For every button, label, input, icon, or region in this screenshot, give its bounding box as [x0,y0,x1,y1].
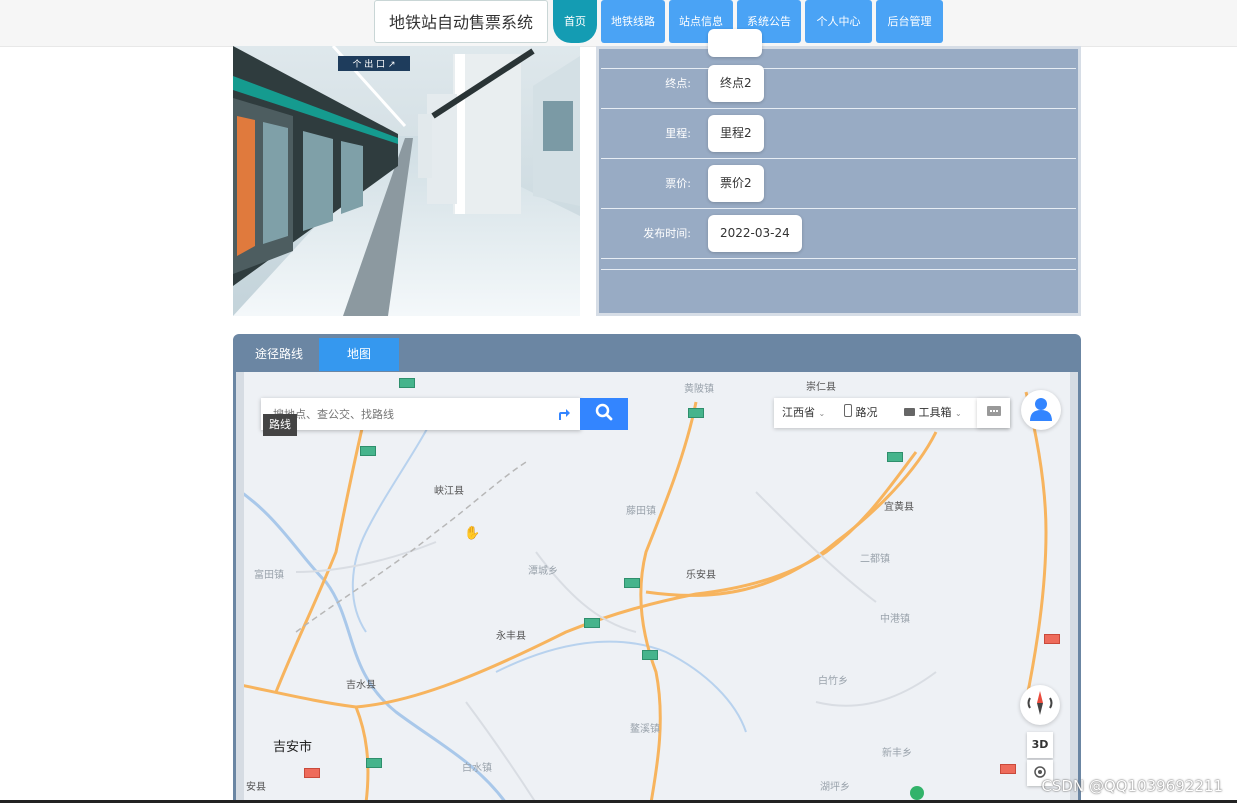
province-label: 江西省 [782,406,815,419]
map-label-anxian: 安县 [246,782,266,793]
hand-cursor-icon: ✋ [464,526,481,541]
detail-label-fare: 票价: [665,177,691,190]
map-label-futian: 富田镇 [254,570,284,581]
traffic-light-icon [844,404,852,417]
detail-value-mileage: 里程2 [708,115,764,152]
highway-shield [360,446,376,456]
map-label-yihuang: 宜黄县 [884,502,914,513]
highway-shield [366,758,382,768]
map-label-jishui: 吉水县 [346,680,376,691]
highway-shield [399,378,415,388]
csdn-watermark: CSDN @QQ1039692211 [1041,777,1223,795]
chevron-down-icon: ⌄ [955,409,962,418]
map-label-lean: 乐安县 [686,570,716,581]
compass-control[interactable] [1020,685,1060,725]
detail-row-fare: 票价: 票价2 [601,159,1076,209]
map-label-xiajiang: 峡江县 [434,486,464,497]
toolbox-label: 工具箱 [918,406,952,419]
toolbox-menu[interactable]: 工具箱 ⌄ [904,398,962,428]
detail-value-end: 终点2 [708,65,764,102]
detail-row-end: 终点: 终点2 [601,59,1076,109]
detail-label-published: 发布时间: [643,227,691,240]
map-toolbar: 江西省 ⌄ 路况 工具箱 ⌄ [774,398,1010,428]
traffic-toggle[interactable]: 路况 [844,398,878,428]
map-section: 途径路线 地图 吉安市 峡江县 乐安县 永丰县 吉水县 宜黄县 崇仁县 藤田镇 … [233,334,1081,803]
map-label-baizhu: 白竹乡 [818,676,848,687]
toolbox-icon [904,408,915,416]
highway-shield [887,452,903,462]
tab-route[interactable]: 途径路线 [239,338,319,371]
feedback-button[interactable] [977,398,1010,428]
map-search-input[interactable] [271,398,545,432]
highway-shield [642,650,658,660]
traffic-label: 路况 [855,406,878,419]
map-label-yongfeng: 永丰县 [496,631,526,642]
message-icon [986,404,1002,423]
detail-value-fare: 票价2 [708,165,764,202]
map-label-chongren: 崇仁县 [806,382,836,393]
user-avatar-button[interactable] [1021,390,1061,430]
route-arrow-icon[interactable] [555,406,571,426]
detail-label-mileage: 里程: [665,127,691,140]
map-label-huangpi: 黄陂镇 [684,384,714,395]
tab-map[interactable]: 地图 [319,338,399,371]
map-label-zhonggang: 中港镇 [880,614,910,625]
detail-row-empty [601,259,1076,270]
map-label-baishui: 白水镇 [462,763,492,774]
map-label-tengtian: 藤田镇 [626,506,656,517]
highway-shield [688,408,704,418]
map-label-erdu: 二都镇 [860,554,890,565]
highway-shield [624,578,640,588]
province-select[interactable]: 江西省 ⌄ [782,398,825,428]
map-label-xinfeng: 新丰乡 [882,748,912,759]
detail-label-end: 终点: [665,77,691,90]
baidu-map[interactable]: 吉安市 峡江县 乐安县 永丰县 吉水县 宜黄县 崇仁县 藤田镇 二都镇 中港镇 … [236,372,1078,803]
map-label-tancheng: 潭城乡 [528,566,558,577]
detail-row-mileage: 里程: 里程2 [601,109,1076,159]
chevron-down-icon: ⌄ [818,409,826,418]
poi-marker[interactable] [910,786,924,800]
map-search-box[interactable] [261,398,581,432]
route-detail-panel: 终点: 终点2 里程: 里程2 票价: 票价2 发布时间: 2022-03-24 [596,29,1081,316]
highway-shield-red [1000,764,1016,774]
station-photo: 个 出 口 ↗ [233,46,580,316]
map-label-huping: 湖坪乡 [820,782,850,793]
exit-sign-text: 个 出 口 ↗ [352,58,395,70]
map-search-button[interactable] [580,398,628,430]
detail-value-published: 2022-03-24 [708,215,802,252]
highway-shield-red [304,768,320,778]
route-tooltip: 路线 [263,414,297,436]
3d-view-button[interactable]: 3D [1027,732,1053,758]
highway-shield [584,618,600,628]
compass-icon [1025,688,1055,722]
search-icon [595,403,613,425]
detail-row-published: 发布时间: 2022-03-24 [601,209,1076,259]
map-canvas[interactable] [236,372,1078,803]
user-icon [1028,395,1054,425]
metro-platform-image: 个 出 口 ↗ [233,46,580,316]
detail-value-prev [708,29,762,57]
map-label-aoxi: 鳌溪镇 [630,724,660,735]
map-label-jian-city: 吉安市 [273,739,313,754]
nav-home[interactable]: 首页 [553,0,597,43]
site-title[interactable]: 地铁站自动售票系统 [374,0,548,43]
highway-shield-red [1044,634,1060,644]
